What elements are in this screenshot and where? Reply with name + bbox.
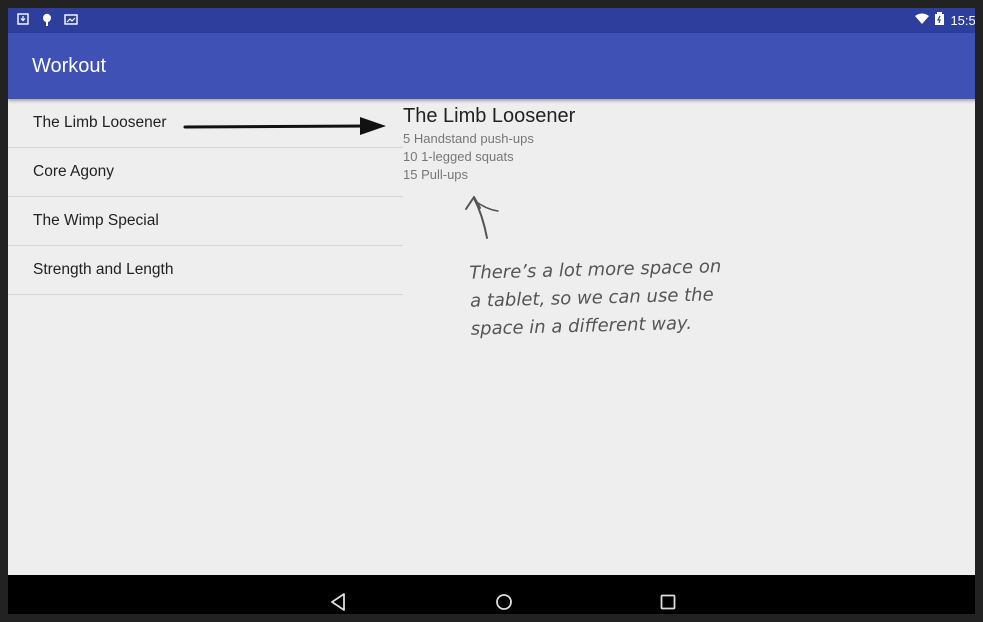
back-icon[interactable]: [323, 587, 353, 614]
home-icon[interactable]: [489, 587, 519, 614]
recents-icon[interactable]: [653, 587, 683, 614]
navigation-bar: [8, 575, 975, 614]
tablet-screen: 15:52 Workout The Limb Loosener Core Ago…: [0, 0, 983, 622]
annotation-arrows: [183, 117, 499, 239]
arrow-up-icon: [465, 196, 499, 239]
arrow-right-icon: [183, 117, 386, 135]
